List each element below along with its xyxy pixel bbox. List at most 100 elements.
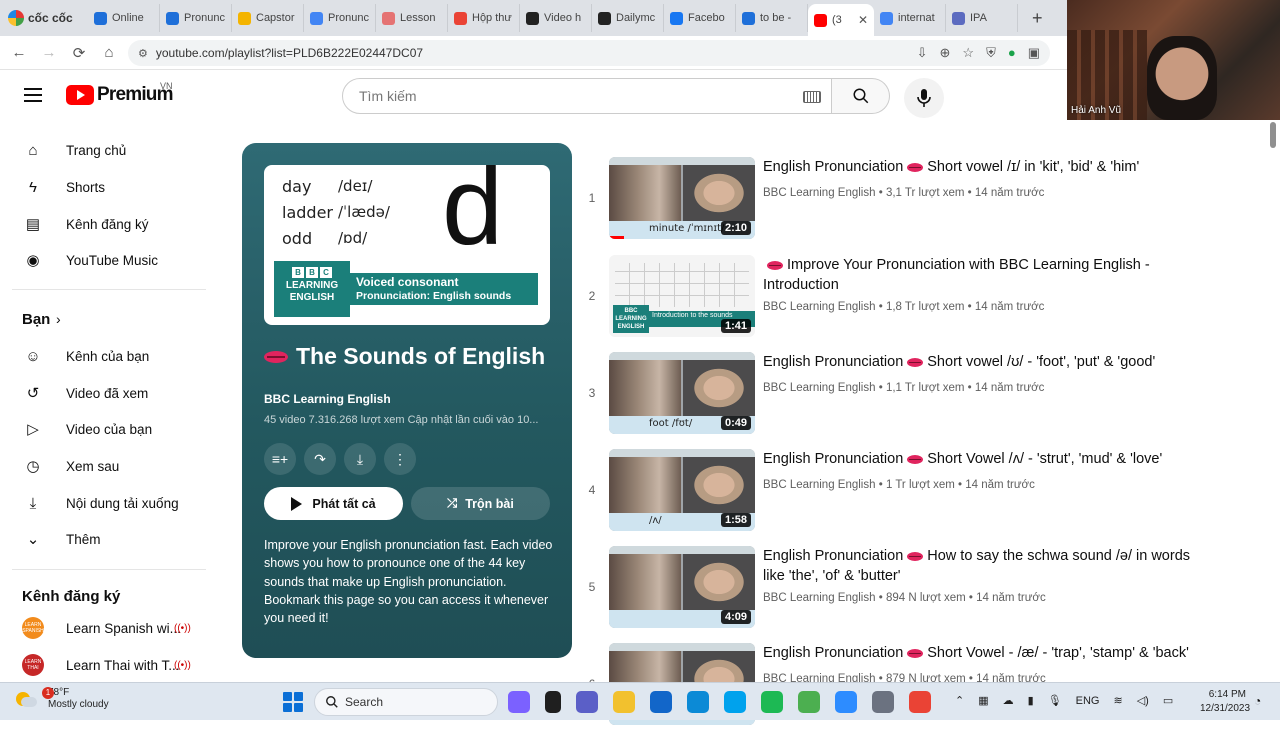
download-playlist-icon[interactable]: ⤓ <box>344 443 376 475</box>
save-playlist-icon[interactable]: ≡+ <box>264 443 296 475</box>
channel-name[interactable]: BBC Learning English <box>763 382 876 394</box>
sidebar-you-heading[interactable]: Bạn › <box>0 301 210 337</box>
browser-tab[interactable]: Online <box>88 4 160 32</box>
tray-app-icon[interactable]: ▦ <box>978 694 988 707</box>
sidebar-item-more[interactable]: ⌄ Thêm <box>0 521 210 557</box>
youtube-logo[interactable]: Premium VN <box>66 81 174 106</box>
playlist-video-row[interactable]: 4/ʌ/1:58 English Pronunciation Short Vowel… <box>580 449 1220 537</box>
video-thumbnail[interactable]: BBC LEARNING ENGLISH Introduction to the so… <box>609 255 755 337</box>
site-info-icon[interactable]: ⚙ <box>138 47 148 60</box>
share-icon[interactable]: ↷ <box>304 443 336 475</box>
play-all-button[interactable]: Phát tất cả <box>264 487 403 520</box>
browser-tab[interactable]: Hộp thư <box>448 4 520 32</box>
channel-name[interactable]: BBC Learning English <box>763 479 876 491</box>
spotify-icon[interactable] <box>761 691 783 713</box>
taskbar-search[interactable]: Search <box>314 688 498 716</box>
address-bar[interactable]: ⚙ youtube.com/playlist?list=PLD6B222E024… <box>128 40 1050 66</box>
playlist-owner-link[interactable]: BBC Learning English <box>264 392 391 406</box>
playlist-thumbnail[interactable]: day /deɪ/ ladder /ˈlædə/ odd /ɒd/ d B B … <box>264 165 550 325</box>
zoom-icon[interactable] <box>835 691 857 713</box>
video-thumbnail[interactable]: minute /ˈmɪnɪt/2:10 <box>609 157 755 239</box>
browser-tab[interactable]: to be - <box>736 4 808 32</box>
file-explorer-icon[interactable] <box>613 691 635 713</box>
video-title[interactable]: English Pronunciation Short Vowel /ʌ/ - '… <box>763 449 1213 469</box>
chrome-icon[interactable] <box>909 691 931 713</box>
close-tab-icon[interactable]: ✕ <box>858 13 868 27</box>
start-button[interactable] <box>283 692 303 712</box>
video-thumbnail[interactable]: /ʌ/1:58 <box>609 449 755 531</box>
video-title[interactable]: English Pronunciation How to say the schw… <box>763 546 1213 586</box>
sidebar-item-shorts[interactable]: ϟ Shorts <box>0 169 210 205</box>
browser-tab[interactable]: Facebo <box>664 4 736 32</box>
volume-icon[interactable]: ◁) <box>1137 694 1149 707</box>
microphone-icon[interactable]: 🎙︎ <box>1048 694 1062 707</box>
sidebar-item-downloads[interactable]: ⤓ Nội dung tải xuống <box>0 485 210 521</box>
browser-tab-active[interactable]: (3 ✕ <box>808 4 874 36</box>
playlist-video-row[interactable]: 3 foot /fʊt/0:49 English Pronunciation Shor… <box>580 352 1220 440</box>
video-title[interactable]: Improve Your Pronunciation with BBC Lear… <box>763 255 1213 295</box>
browser-tab[interactable]: Lesson <box>376 4 448 32</box>
notifications-icon[interactable]: ◔ <box>1254 694 1261 708</box>
extension-icon[interactable]: ⛨ <box>986 45 996 61</box>
menu-icon[interactable] <box>24 88 42 102</box>
back-icon[interactable]: ← <box>4 44 34 61</box>
more-options-icon[interactable]: ⋮ <box>384 443 416 475</box>
browser-tab[interactable]: Pronunc <box>160 4 232 32</box>
browser-tab[interactable]: internat <box>874 4 946 32</box>
sidebar-item-subscription[interactable]: LEARN THAI Learn Thai with T... ((•)) <box>0 647 210 683</box>
onedrive-icon[interactable]: ☁ <box>1003 694 1014 707</box>
sidebar-item-your-videos[interactable]: ▷ Video của bạn <box>0 411 210 447</box>
coccoc-icon[interactable] <box>798 691 820 713</box>
search-button[interactable] <box>832 78 890 114</box>
page-scrollbar[interactable] <box>1270 122 1276 148</box>
sidebar-item-history[interactable]: ↺ Video đã xem <box>0 375 210 411</box>
new-tab-icon[interactable]: + <box>1032 8 1043 29</box>
language-indicator[interactable]: ENG <box>1076 695 1100 707</box>
battery-icon[interactable]: ▭ <box>1163 694 1173 707</box>
reload-icon[interactable]: ⟳ <box>64 44 94 62</box>
video-title[interactable]: English Pronunciation Short Vowel - /æ/ -… <box>763 643 1213 663</box>
chat-icon[interactable] <box>576 691 598 713</box>
channel-name[interactable]: BBC Learning English <box>763 301 876 313</box>
home-browser-icon[interactable]: ⌂ <box>94 44 124 61</box>
sidebar-item-subscription[interactable]: LEARN SPANISH Learn Spanish wi... ((•)) <box>0 610 210 646</box>
browser-tab[interactable]: Video h <box>520 4 592 32</box>
edge-icon[interactable] <box>687 691 709 713</box>
video-thumbnail[interactable]: foot /fʊt/0:49 <box>609 352 755 434</box>
bookmark-star-icon[interactable]: ☆ <box>962 45 974 61</box>
shuffle-button[interactable]: ⤮ Trộn bài <box>411 487 550 520</box>
camera-icon[interactable] <box>872 691 894 713</box>
download-icon[interactable]: ● <box>1008 45 1016 61</box>
network-bars-icon[interactable]: ▮ <box>1028 694 1034 707</box>
video-thumbnail[interactable]: 4:09 <box>609 546 755 628</box>
zoom-icon[interactable]: ⊕ <box>940 45 951 61</box>
browser-tab[interactable]: Dailymc <box>592 4 664 32</box>
playlist-video-row[interactable]: 2 BBC LEARNING ENGLISH Introduction to the s… <box>580 255 1220 343</box>
store-icon[interactable] <box>650 691 672 713</box>
video-title[interactable]: English Pronunciation Short vowel /ɪ/ in … <box>763 157 1213 177</box>
widgets-icon[interactable] <box>508 691 530 713</box>
playlist-video-row[interactable]: 5 4:09 English Pronunciation How to say the… <box>580 546 1220 634</box>
sidebar-item-your-channel[interactable]: ☺ Kênh của bạn <box>0 338 210 374</box>
wifi-icon[interactable]: ≋ <box>1114 694 1123 707</box>
keyboard-icon[interactable] <box>803 91 821 103</box>
skype-icon[interactable] <box>724 691 746 713</box>
video-title[interactable]: English Pronunciation Short vowel /ʊ/ - '… <box>763 352 1213 372</box>
sidebar-item-watch-later[interactable]: ◷ Xem sau <box>0 448 210 484</box>
sidebar-item-music[interactable]: ◉ YouTube Music <box>0 242 210 278</box>
browser-tab[interactable]: Pronunc <box>304 4 376 32</box>
browser-tab[interactable]: IPA <box>946 4 1018 32</box>
forward-icon[interactable]: → <box>34 44 64 61</box>
playlist-video-row[interactable]: 1 minute /ˈmɪnɪt/2:10 English Pronunciatio… <box>580 157 1220 245</box>
task-view-icon[interactable] <box>545 691 561 713</box>
browser-tab[interactable]: Capstor <box>232 4 304 32</box>
channel-name[interactable]: BBC Learning English <box>763 592 876 604</box>
profile-icon[interactable]: ▣ <box>1028 45 1040 61</box>
chevron-up-icon[interactable]: ⌃ <box>955 694 964 707</box>
voice-search-button[interactable] <box>904 78 944 118</box>
clock[interactable]: 6:14 PM 12/31/2023 <box>1200 688 1250 716</box>
sidebar-item-subscriptions[interactable]: ▤ Kênh đăng ký <box>0 206 210 242</box>
sidebar-item-home[interactable]: ⌂ Trang chủ <box>0 132 210 168</box>
browser-logo[interactable]: cốc cốc <box>0 10 88 26</box>
install-icon[interactable]: ⇩ <box>917 45 928 61</box>
